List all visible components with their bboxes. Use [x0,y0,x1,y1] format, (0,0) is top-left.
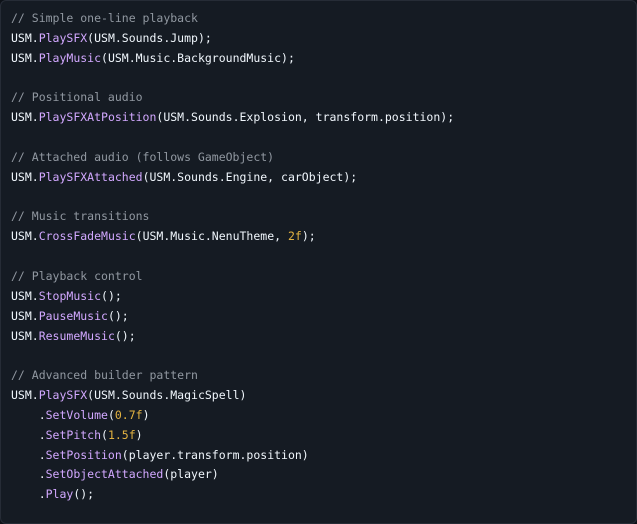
code-text: ( [107,407,115,422]
code-function-name: SetPitch [45,427,102,442]
code-line: .SetObjectAttached(player) [11,465,636,485]
code-text: (USM.Music.NenuTheme, [135,229,288,244]
code-function-name: PlaySFX [38,30,88,45]
code-text: (); [101,288,122,303]
code-line: .SetPitch(1.5f) [11,426,636,446]
code-line: USM.PauseMusic(); [11,307,636,327]
code-text: ); [301,229,316,244]
code-line: // Attached audio (follows GameObject) [11,148,636,168]
code-text: USM. [11,169,39,184]
code-function-name: PauseMusic [38,308,108,323]
code-text: (USM.Sounds.Engine, carObject); [142,169,358,184]
code-number: 2f [287,229,302,244]
code-line: USM.PlaySFX(USM.Sounds.Jump); [11,29,636,49]
code-function-name: PlaySFXAttached [38,169,143,184]
code-text: USM. [11,50,39,65]
code-comment: // Attached audio (follows GameObject) [11,149,275,164]
code-function-name: SetObjectAttached [45,467,164,482]
code-line: // Playback control [11,267,636,287]
code-text: USM. [11,308,39,323]
code-function-name: SetVolume [45,407,108,422]
code-text: (USM.Music.BackgroundMusic); [101,50,295,65]
code-line: // Positional audio [11,88,636,108]
code-comment: // Advanced builder pattern [11,368,198,383]
code-line: // Simple one-line playback [11,9,636,29]
code-text: (); [107,308,129,323]
code-function-name: PlaySFXAtPosition [38,110,157,125]
code-text: USM. [11,110,39,125]
code-text: ) [142,407,150,422]
code-line: USM.PlaySFXAtPosition(USM.Sounds.Explosi… [11,108,636,128]
code-text: (); [114,328,136,343]
code-comment: // Music transitions [11,209,150,224]
code-line: USM.StopMusic(); [11,287,636,307]
code-line: USM.CrossFadeMusic(USM.Music.NenuTheme, … [11,227,636,247]
code-text: USM. [11,30,39,45]
code-text: USM. [11,229,39,244]
code-line: USM.ResumeMusic(); [11,327,636,347]
code-text: (player) [163,467,219,482]
code-text: USM. [11,388,39,403]
code-text: ( [101,427,108,442]
code-function-name: PlayMusic [38,50,102,65]
code-comment: // Positional audio [11,90,143,105]
code-block: // Simple one-line playback USM.PlaySFX(U… [0,0,637,524]
code-function-name: ResumeMusic [38,328,115,343]
code-line: .Play(); [11,485,636,505]
code-text: . [11,447,46,462]
code-text: ) [135,427,143,442]
code-text: . [11,467,46,482]
code-lines: // Simple one-line playback USM.PlaySFX(U… [11,9,636,505]
code-function-name: PlaySFX [38,388,88,403]
code-function-name: CrossFadeMusic [38,229,136,244]
code-line: // Advanced builder pattern [11,366,636,386]
code-text: (USM.Sounds.Explosion, transform.positio… [156,110,455,125]
code-text: (USM.Sounds.Jump); [87,30,212,45]
code-text: USM. [11,288,39,303]
code-text: (); [73,487,95,502]
code-text: (USM.Sounds.MagicSpell) [87,388,247,403]
code-line: // Music transitions [11,207,636,227]
code-number: 1.5f [107,427,136,442]
code-line: .SetPosition(player.transform.position) [11,446,636,466]
code-line: USM.PlaySFX(USM.Sounds.MagicSpell) [11,386,636,406]
code-text: . [11,407,46,422]
code-comment: // Simple one-line playback [11,11,198,25]
code-comment: // Playback control [11,268,143,283]
code-number: 0.7f [114,407,143,422]
code-line: USM.PlayMusic(USM.Music.BackgroundMusic)… [11,49,636,69]
code-text: . [11,427,46,442]
code-text: USM. [11,328,39,343]
code-text: (player.transform.position) [121,447,309,462]
code-text: . [11,487,46,502]
code-line: USM.PlaySFXAttached(USM.Sounds.Engine, c… [11,168,636,188]
code-function-name: SetPosition [45,447,122,462]
code-function-name: Play [45,487,74,502]
code-function-name: StopMusic [38,288,102,303]
code-line: .SetVolume(0.7f) [11,406,636,426]
